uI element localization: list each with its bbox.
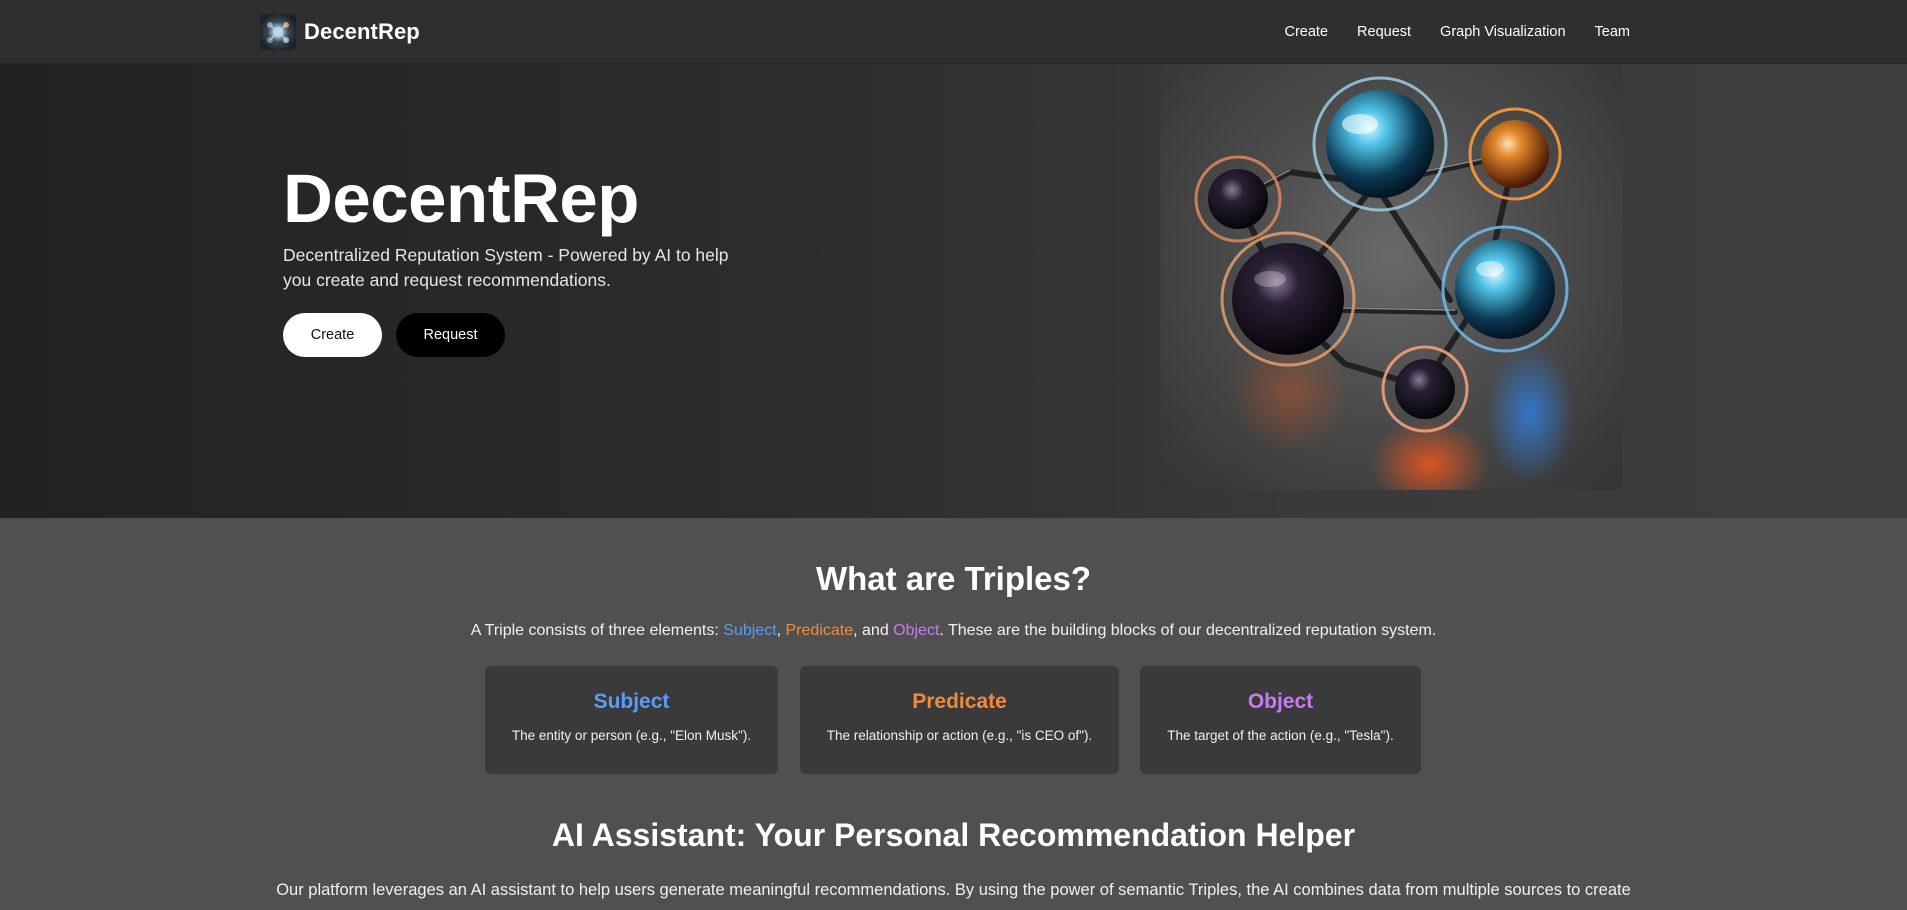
subject-card-description: The entity or person (e.g., "Elon Musk")…: [511, 728, 752, 743]
triples-title: What are Triples?: [815, 560, 1092, 597]
nav-link-request[interactable]: Request: [1357, 24, 1411, 40]
hero-subtitle: Decentralized Reputation System - Powere…: [283, 245, 729, 290]
triples-desc-sep-2: , and: [853, 622, 894, 639]
nav-link-graph-visualization[interactable]: Graph Visualization: [1440, 24, 1565, 40]
subject-card-title: Subject: [593, 690, 670, 713]
hero-section: DecentRep Decentralized Reputation Syste…: [0, 64, 1907, 518]
nav-links: Create Request Graph Visualization Team: [1285, 0, 1631, 64]
subject-card: Subject The entity or person (e.g., "Elo…: [485, 666, 778, 774]
predicate-card: Predicate The relationship or action (e.…: [800, 666, 1119, 774]
triples-desc-prefix: A Triple consists of three elements:: [470, 622, 724, 639]
predicate-highlight: Predicate: [785, 622, 854, 639]
hero-request-button[interactable]: Request: [396, 313, 505, 357]
hero-buttons: Create Request: [283, 313, 505, 357]
ai-assistant-title: AI Assistant: Your Personal Recommendati…: [551, 817, 1356, 853]
predicate-card-description: The relationship or action (e.g., "is CE…: [826, 728, 1093, 743]
molecule-illustration: [1160, 64, 1622, 490]
brand-name: DecentRep: [304, 19, 420, 44]
object-card-title: Object: [1247, 690, 1314, 713]
brand-link[interactable]: DecentRep: [260, 14, 420, 50]
ai-assistant-description: Our platform leverages an AI assistant t…: [276, 881, 1631, 899]
subject-highlight: Subject: [723, 622, 777, 639]
predicate-card-title: Predicate: [912, 690, 1007, 713]
object-highlight: Object: [893, 622, 940, 639]
navbar: DecentRep Create Request Graph Visualiza…: [0, 0, 1907, 64]
object-card: Object The target of the action (e.g., "…: [1140, 666, 1421, 774]
brand-logo-icon: [260, 14, 296, 50]
hero-title: DecentRep: [283, 160, 639, 237]
triples-desc-suffix: . These are the building blocks of our d…: [939, 622, 1437, 639]
hero-create-button[interactable]: Create: [283, 313, 382, 357]
nav-link-create[interactable]: Create: [1285, 24, 1329, 40]
triples-desc-sep-1: ,: [776, 622, 786, 639]
triples-description: A Triple consists of three elements: Sub…: [0, 622, 1907, 640]
object-card-description: The target of the action (e.g., "Tesla")…: [1167, 728, 1394, 743]
nav-link-team[interactable]: Team: [1595, 24, 1630, 40]
